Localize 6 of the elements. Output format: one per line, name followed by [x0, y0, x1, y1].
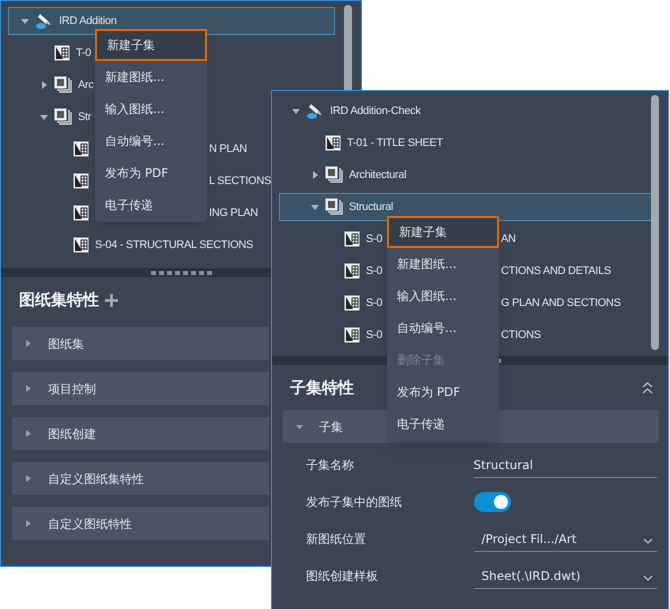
- field-label: 发布子集中的图纸: [306, 494, 403, 510]
- field-label: 图纸创建样板: [306, 568, 379, 584]
- field-label: 子集名称: [306, 456, 355, 474]
- panel-title: 子集特性: [290, 377, 354, 399]
- panel-title: 图纸集特性: [19, 289, 99, 311]
- field-label: 新图纸位置: [306, 530, 367, 548]
